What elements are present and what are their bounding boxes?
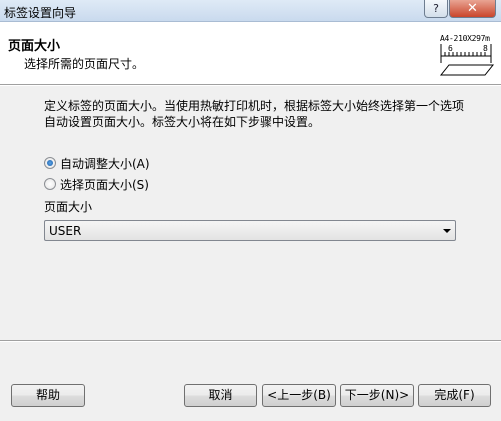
ruler-left-number: 6 (448, 44, 453, 53)
ruler-paper-icon: 6 8 (439, 44, 495, 76)
radio-auto-size-indicator[interactable] (44, 157, 56, 169)
radio-select-size-label[interactable]: 选择页面大小(S) (60, 176, 149, 193)
finish-button[interactable]: 完成(F) (418, 384, 491, 407)
page-size-icon-caption: A4-210X297m (440, 34, 490, 43)
title-bar: 标签设置向导 ? ✕ (0, 0, 501, 22)
description-text: 定义标签的页面大小。当使用热敏打印机时，根据标签大小始终选择第一个选项自动设置页… (44, 99, 465, 129)
radio-auto-size-label[interactable]: 自动调整大小(A) (60, 155, 150, 172)
cancel-button[interactable]: 取消 (184, 384, 257, 407)
ruler-right-number: 8 (483, 44, 488, 53)
page-subtitle: 选择所需的页面尺寸。 (24, 57, 145, 71)
page-size-select[interactable]: USER (44, 220, 456, 241)
wizard-body: 定义标签的页面大小。当使用热敏打印机时，根据标签大小始终选择第一个选项自动设置页… (0, 86, 501, 421)
page-size-icon: A4-210X297m 6 8 (439, 32, 495, 78)
footer-divider (0, 340, 501, 342)
close-icon[interactable]: ✕ (449, 0, 496, 18)
next-button[interactable]: 下一步(N)> (340, 384, 414, 407)
page-title: 页面大小 (8, 39, 61, 54)
radio-auto-size[interactable]: 自动调整大小(A) (44, 155, 150, 171)
window-title: 标签设置向导 (4, 6, 77, 20)
page-size-label: 页面大小 (44, 200, 93, 214)
radio-select-size-indicator[interactable] (44, 178, 56, 190)
radio-select-size[interactable]: 选择页面大小(S) (44, 176, 149, 192)
back-button[interactable]: <上一步(B) (262, 384, 336, 407)
wizard-header: 页面大小 选择所需的页面尺寸。 A4-210X297m 6 8 (0, 22, 501, 85)
help-icon[interactable]: ? (424, 0, 448, 18)
chevron-down-icon[interactable] (443, 229, 451, 233)
page-size-select-value: USER (49, 224, 82, 238)
help-button[interactable]: 帮助 (11, 384, 85, 407)
